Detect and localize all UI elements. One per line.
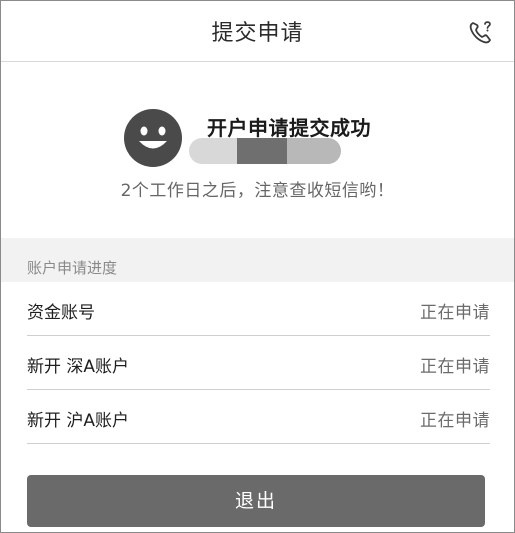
success-title: 开户申请提交成功 (207, 116, 371, 140)
top-bar: 提交申请 (1, 1, 514, 62)
page-title: 提交申请 (211, 21, 304, 46)
row-label: 新开 沪A账户 (27, 411, 130, 431)
progress-row-shanghai-a: 新开 沪A账户 正在申请 (1, 390, 514, 444)
row-label: 新开 深A账户 (27, 357, 130, 377)
success-panel: 开户申请提交成功 2个工作日之后，注意查收短信哟！ (1, 62, 514, 238)
row-label: 资金账号 (27, 303, 95, 323)
app-screen: 提交申请 开户申请提交成功 2个工作日之后，注意查收短信哟！ 账户申请进度 资金… (0, 0, 515, 533)
phone-help-icon (469, 21, 491, 44)
success-subtitle: 2个工作日之后，注意查收短信哟！ (120, 181, 395, 201)
smiley-icon (124, 109, 182, 167)
phone-help-button[interactable] (467, 19, 497, 45)
progress-row-shenzhen-a: 新开 深A账户 正在申请 (1, 336, 514, 390)
row-status: 正在申请 (420, 411, 490, 431)
progress-row-fund-account: 资金账号 正在申请 (1, 282, 514, 336)
exit-button[interactable]: 退出 (27, 475, 485, 527)
row-status: 正在申请 (420, 357, 490, 377)
masked-info (189, 138, 341, 164)
row-status: 正在申请 (420, 303, 490, 323)
progress-section-title: 账户申请进度 (27, 259, 118, 277)
progress-section-header: 账户申请进度 (1, 238, 514, 282)
